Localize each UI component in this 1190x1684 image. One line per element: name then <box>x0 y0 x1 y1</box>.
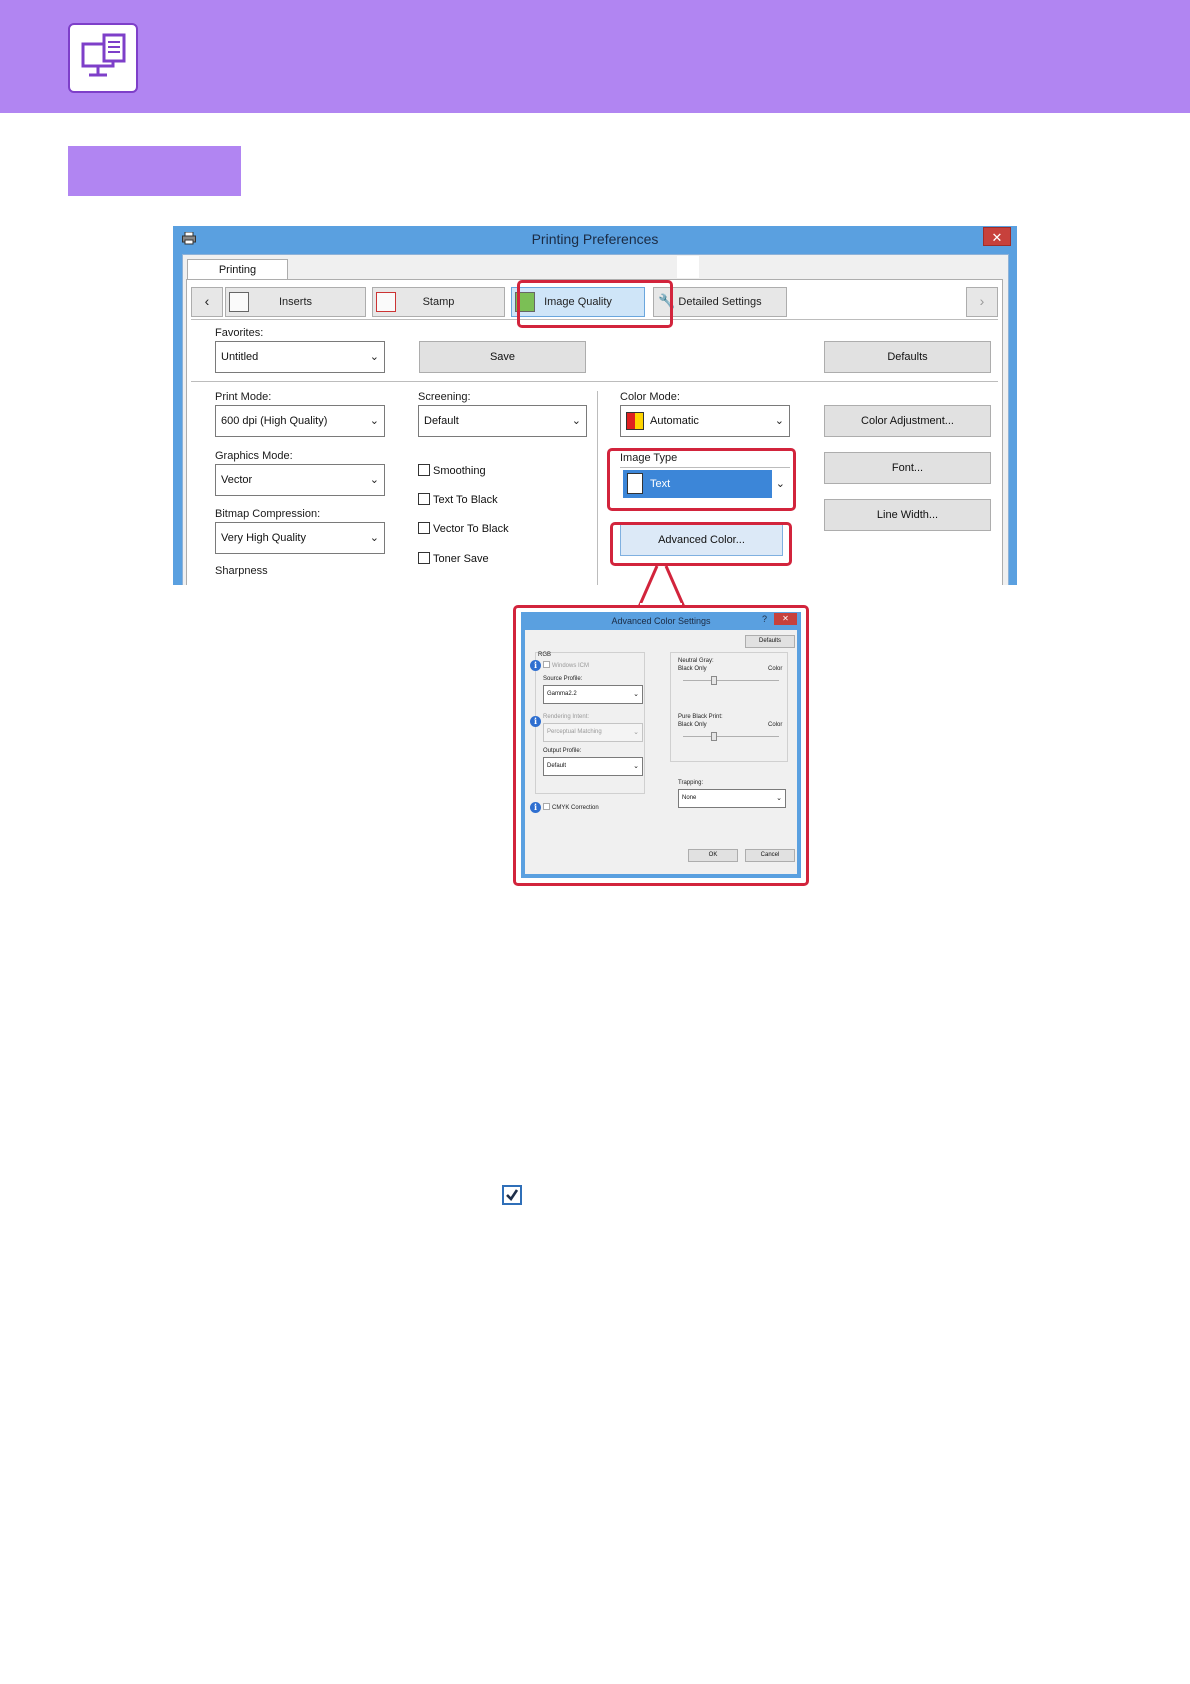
line-width-button[interactable]: Line Width... <box>824 499 991 531</box>
close-button[interactable]: ✕ <box>983 227 1011 246</box>
screening-select[interactable]: Default ⌄ <box>418 405 587 437</box>
bitmap-compression-select[interactable]: Very High Quality ⌄ <box>215 522 385 554</box>
dialog-titlebar: Printing Preferences ✕ <box>173 226 1017 252</box>
close-button[interactable]: ✕ <box>774 613 797 625</box>
sub-dialog-title: Advanced Color Settings <box>611 616 711 626</box>
chevron-down-icon: ⌄ <box>774 415 784 427</box>
tab-stamp[interactable]: Stamp <box>372 287 505 317</box>
tab-inserts-label: Inserts <box>278 296 312 308</box>
checkbox-checked-icon <box>502 1185 522 1205</box>
info-icon: i <box>530 660 541 671</box>
chevron-down-icon: ⌄ <box>633 691 639 698</box>
highlight-image-quality <box>517 280 673 328</box>
chevron-down-icon: ⌄ <box>633 729 639 736</box>
info-icon: i <box>530 802 541 813</box>
trapping-label: Trapping: <box>678 780 704 786</box>
info-icon: i <box>530 716 541 727</box>
sub-defaults-button[interactable]: Defaults <box>745 635 795 648</box>
rendering-intent-label: Rendering Intent: <box>543 714 590 720</box>
chevron-down-icon: ⌄ <box>369 415 379 427</box>
smoothing-checkbox[interactable]: Smoothing <box>418 464 486 477</box>
graphics-mode-label: Graphics Mode: <box>215 450 293 462</box>
trapping-select[interactable]: None ⌄ <box>678 789 786 808</box>
highlight-image-type <box>607 448 796 511</box>
rgb-label: RGB <box>538 652 552 658</box>
vector-to-black-checkbox[interactable]: Vector To Black <box>418 522 509 535</box>
tab-detailed-settings[interactable]: 🔧 Detailed Settings <box>653 287 787 317</box>
color-mode-label: Color Mode: <box>620 391 680 403</box>
column-divider <box>597 391 598 585</box>
neutral-gray-label: Neutral Gray: <box>678 658 714 664</box>
help-icon[interactable]: ? <box>762 614 767 624</box>
ok-button[interactable]: OK <box>688 849 738 862</box>
graphics-mode-select[interactable]: Vector ⌄ <box>215 464 385 496</box>
neutral-gray-right-label: Color <box>768 666 783 672</box>
chevron-down-icon: ⌄ <box>633 763 639 770</box>
rendering-intent-select[interactable]: Perceptual Matching ⌄ <box>543 723 643 742</box>
print-mode-label: Print Mode: <box>215 391 272 403</box>
save-button[interactable]: Save <box>419 341 586 373</box>
tab-printing-preferences[interactable]: Printing Preferences <box>187 259 288 296</box>
chevron-down-icon: ⌄ <box>571 415 581 427</box>
chevron-down-icon: ⌄ <box>369 532 379 544</box>
bitmap-compression-label: Bitmap Compression: <box>215 508 321 520</box>
neutral-gray-left-label: Black Only <box>678 666 707 672</box>
pure-black-left-label: Black Only <box>678 722 707 728</box>
color-mode-select[interactable]: Automatic ⌄ <box>620 405 790 437</box>
color-adjustment-button[interactable]: Color Adjustment... <box>824 405 991 437</box>
neutral-gray-slider[interactable] <box>711 676 717 685</box>
favorites-label: Favorites: <box>215 327 264 339</box>
highlight-advanced-color <box>610 522 792 566</box>
pure-black-slider[interactable] <box>711 732 717 741</box>
chevron-down-icon: ⌄ <box>369 474 379 486</box>
pure-black-right-label: Color <box>768 722 783 728</box>
source-profile-select[interactable]: Gamma2.2 ⌄ <box>543 685 643 704</box>
tab-inserts[interactable]: Inserts <box>225 287 366 317</box>
nav-prev-button[interactable]: ‹ <box>191 287 223 317</box>
defaults-button[interactable]: Defaults <box>824 341 991 373</box>
sub-dialog-body: Defaults RGB i Windows ICM Source Profil… <box>525 630 797 874</box>
favorites-divider <box>191 381 998 382</box>
source-profile-label: Source Profile: <box>543 676 583 682</box>
chevron-down-icon: ⌄ <box>776 795 782 802</box>
pure-black-print-label: Pure Black Print: <box>678 714 723 720</box>
computer-printer-icon <box>68 23 138 93</box>
output-profile-select[interactable]: Default ⌄ <box>543 757 643 776</box>
pure-black-slider-track <box>683 736 779 737</box>
font-button[interactable]: Font... <box>824 452 991 484</box>
neutral-gray-slider-track <box>683 680 779 681</box>
advanced-color-settings-dialog: Advanced Color Settings ? ✕ Defaults RGB… <box>521 612 801 878</box>
page-header-band <box>0 0 1190 113</box>
tab-stamp-label: Stamp <box>422 296 455 308</box>
sharpness-label: Sharpness <box>215 565 268 577</box>
print-mode-select[interactable]: 600 dpi (High Quality) ⌄ <box>215 405 385 437</box>
chevron-down-icon: ⌄ <box>369 351 379 363</box>
cmyk-correction-checkbox[interactable]: CMYK Correction <box>543 803 599 811</box>
favorites-select[interactable]: Untitled ⌄ <box>215 341 385 373</box>
output-profile-label: Output Profile: <box>543 748 582 754</box>
toner-save-checkbox[interactable]: Toner Save <box>418 552 489 565</box>
color-mode-icon <box>626 412 644 430</box>
text-to-black-checkbox[interactable]: Text To Black <box>418 493 498 506</box>
dialog-title: Printing Preferences <box>531 231 659 247</box>
windows-icm-checkbox[interactable]: Windows ICM <box>543 661 589 669</box>
tab-detailed-settings-label: Detailed Settings <box>678 296 762 308</box>
screening-label: Screening: <box>418 391 471 403</box>
tab-blank <box>677 256 699 278</box>
cancel-button[interactable]: Cancel <box>745 849 795 862</box>
nav-next-button[interactable]: › <box>966 287 998 317</box>
section-heading-tab <box>68 146 241 196</box>
